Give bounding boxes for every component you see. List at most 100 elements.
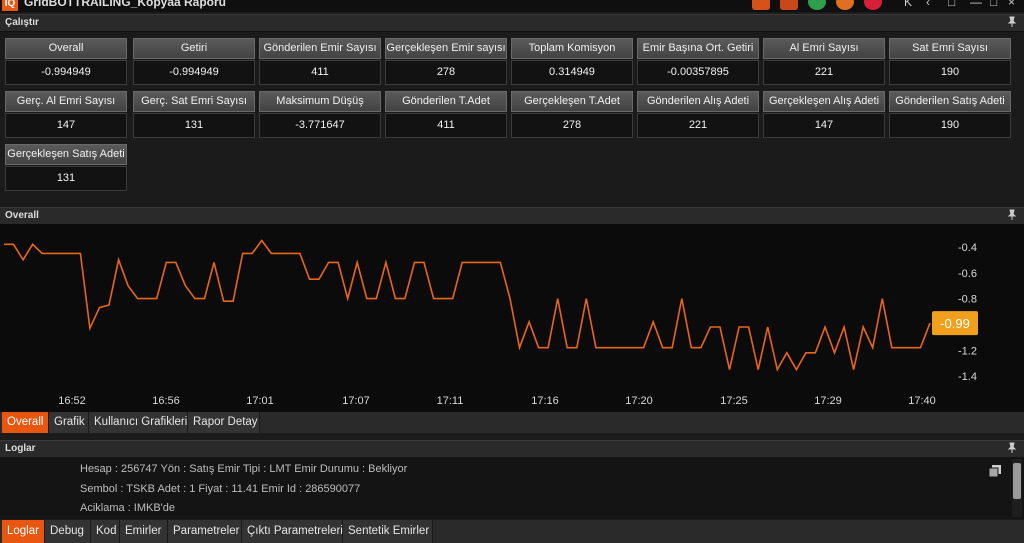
stat-card: Gerçekleşen Alış Adeti 147 [763, 91, 885, 139]
shop-icon[interactable] [780, 0, 798, 10]
pin-icon[interactable] [1006, 442, 1018, 454]
stat-label: Gerçekleşen Satış Adeti [5, 144, 127, 165]
record-icon[interactable] [836, 0, 854, 10]
y-tick-label: -0.8 [958, 294, 977, 306]
stat-value: -3.771647 [259, 113, 381, 138]
stat-label: Sat Emri Sayısı [889, 38, 1011, 59]
tab-grafik[interactable]: Grafik [49, 412, 89, 433]
stat-label: Toplam Komisyon [511, 38, 633, 59]
stat-label: Gönderilen Emir Sayısı [259, 38, 381, 59]
app-logo: IQ [2, 0, 18, 11]
window-titlebar: IQ GridBOTTRAILING_Kopyaa Raporu K ‹ □ —… [0, 0, 1024, 12]
x-tick-label: 17:01 [246, 395, 274, 407]
tab-kod[interactable]: Kod [91, 520, 120, 543]
stat-value: 278 [385, 60, 507, 85]
calistir-panel-header: Çalıştır [0, 14, 1024, 32]
logs-content[interactable]: Hesap : 256747 Yön : Satış Emir Tipi : L… [0, 457, 1024, 519]
x-tick-label: 16:52 [58, 395, 86, 407]
k-button[interactable]: K [904, 0, 912, 9]
logs-tabbar: Loglar Debug Kod Emirler Parametreler Çıktı P… [0, 520, 1024, 543]
minimize-icon[interactable]: — [970, 0, 982, 9]
y-tick-label: -0.4 [958, 242, 977, 254]
stat-label: Gönderilen Satış Adeti [889, 91, 1011, 112]
stat-value: 278 [511, 113, 633, 138]
tab-rapor-detay[interactable]: Rapor Detay [188, 412, 260, 433]
back-icon[interactable]: ‹ [926, 0, 930, 9]
stat-value: -0.994949 [133, 60, 255, 85]
stat-value: -0.994949 [5, 60, 127, 85]
tab-parametreler[interactable]: Parametreler [168, 520, 242, 543]
stat-card: Gerç. Al Emri Sayısı 147 [5, 91, 127, 139]
stat-card: Getiri -0.994949 [133, 38, 255, 86]
tab-emirler[interactable]: Emirler [120, 520, 168, 543]
stop-icon[interactable] [864, 0, 882, 10]
logs-panel-header: Loglar [0, 440, 1024, 458]
restore-icon[interactable]: □ [948, 0, 955, 9]
y-tick-label: -1.4 [958, 371, 977, 383]
tab-loglar[interactable]: Loglar [2, 520, 45, 543]
tab-sentetik-emirler[interactable]: Sentetik Emirler [343, 520, 433, 543]
stat-value: 221 [763, 60, 885, 85]
stat-card: Gönderilen T.Adet 411 [385, 91, 507, 139]
tab-overall[interactable]: Overall [2, 412, 49, 433]
stat-value: 411 [259, 60, 381, 85]
maximize-icon[interactable]: □ [990, 0, 997, 9]
stat-value: 411 [385, 113, 507, 138]
stat-card: Maksimum Düşüş -3.771647 [259, 91, 381, 139]
stat-label: Gerçekleşen T.Adet [511, 91, 633, 112]
log-line: Aciklama : IMKB'de [80, 502, 176, 514]
copy-icon[interactable] [988, 464, 1002, 478]
stat-label: Overall [5, 38, 127, 59]
chart-icon[interactable] [752, 0, 770, 10]
y-tick-label: -0.6 [958, 268, 977, 280]
stat-label: Emir Başına Ort. Getiri [637, 38, 759, 59]
stat-value: 190 [889, 60, 1011, 85]
stat-label: Al Emri Sayısı [763, 38, 885, 59]
stat-card: Gönderilen Alış Adeti 221 [637, 91, 759, 139]
stat-value: 190 [889, 113, 1011, 138]
stat-label: Gönderilen T.Adet [385, 91, 507, 112]
logs-scrollbar[interactable] [1012, 459, 1022, 517]
stat-label: Gönderilen Alış Adeti [637, 91, 759, 112]
overall-panel-title: Overall [5, 210, 39, 221]
x-tick-label: 17:29 [814, 395, 842, 407]
stat-card: Gerç. Sat Emri Sayısı 131 [133, 91, 255, 139]
close-icon[interactable]: × [1008, 0, 1015, 9]
tab-debug[interactable]: Debug [45, 520, 91, 543]
log-line: Sembol : TSKB Adet : 1 Fiyat : 11.41 Emi… [80, 483, 361, 495]
tab-kullanıcı-grafikleri[interactable]: Kullanıcı Grafikleri [89, 412, 188, 433]
stat-card: Gönderilen Satış Adeti 190 [889, 91, 1011, 139]
x-tick-label: 17:20 [625, 395, 653, 407]
y-tick-label: -1.2 [958, 345, 977, 357]
stat-label: Gerçekleşen Emir sayısı [385, 38, 507, 59]
overall-panel-header: Overall [0, 207, 1024, 225]
stat-card: Gönderilen Emir Sayısı 411 [259, 38, 381, 86]
stat-value: 0.314949 [511, 60, 633, 85]
scrollbar-thumb[interactable] [1013, 463, 1021, 499]
x-tick-label: 17:16 [531, 395, 559, 407]
x-tick-label: 17:07 [342, 395, 370, 407]
play-icon[interactable] [808, 0, 826, 10]
x-tick-label: 17:11 [437, 395, 464, 407]
stat-card: Sat Emri Sayısı 190 [889, 38, 1011, 86]
stat-label: Gerç. Sat Emri Sayısı [133, 91, 255, 112]
overall-chart[interactable]: -0.4-0.6-0.8-1.0-1.2-1.416:5216:5617:011… [0, 224, 1024, 412]
stat-label: Gerçekleşen Alış Adeti [763, 91, 885, 112]
pin-icon[interactable] [1006, 209, 1018, 221]
stat-value: -0.00357895 [637, 60, 759, 85]
stat-label: Maksimum Düşüş [259, 91, 381, 112]
overall-tabbar: Overall Grafik Kullanıcı Grafikleri Rapor D… [0, 412, 1024, 433]
stat-value: 147 [5, 113, 127, 138]
log-line: Hesap : 256747 Yön : Satış Emir Tipi : L… [80, 463, 408, 475]
stat-value: 221 [637, 113, 759, 138]
last-value-label: -0.99 [940, 316, 970, 331]
pin-icon[interactable] [1006, 16, 1018, 28]
stat-value: 131 [133, 113, 255, 138]
x-tick-label: 16:56 [152, 395, 180, 407]
logs-panel-title: Loglar [5, 443, 36, 454]
x-tick-label: 17:40 [908, 395, 936, 407]
calistir-panel-title: Çalıştır [5, 17, 39, 28]
stat-card: Gerçekleşen Emir sayısı 278 [385, 38, 507, 86]
tab-çıktı-parametreleri[interactable]: Çıktı Parametreleri [242, 520, 343, 543]
stat-card: Gerçekleşen Satış Adeti 131 [5, 144, 127, 192]
